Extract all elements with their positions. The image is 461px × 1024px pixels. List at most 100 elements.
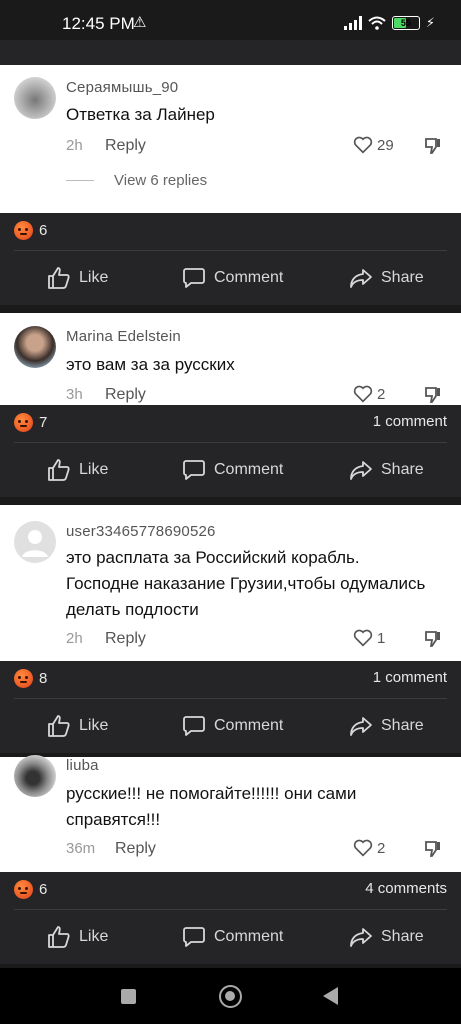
share-arrow-icon [350, 717, 372, 736]
comment-author[interactable]: Сераямышь_90 [66, 79, 178, 96]
comment-text: это вам за за русских [66, 355, 235, 374]
angry-reaction-icon [14, 669, 33, 688]
comment-label: Comment [214, 461, 284, 478]
like-button[interactable]: 29 [353, 136, 394, 154]
like-count: 2 [377, 385, 386, 403]
thumbs-down-icon [425, 841, 440, 857]
reaction-count: 8 [39, 670, 48, 687]
comment-age: 2h [66, 630, 83, 647]
angry-reaction-icon [14, 413, 33, 432]
thumbs-down-icon [425, 387, 440, 403]
dislike-button[interactable] [423, 839, 443, 864]
like-count: 29 [377, 136, 394, 154]
reply-button[interactable]: Reply [105, 386, 146, 404]
like-label: Like [79, 928, 109, 945]
post-actions-panel: 7 1 comment Like Comment Share [0, 405, 461, 497]
comment-text: Ответка за Лайнер [66, 105, 215, 124]
reaction-summary[interactable]: 8 [14, 669, 47, 688]
thumbs-up-icon [48, 715, 70, 737]
back-button[interactable] [323, 987, 338, 1005]
comment-action-button[interactable]: Comment [182, 699, 283, 753]
wifi-icon [368, 16, 386, 30]
comment-author[interactable]: user33465778690526 [66, 523, 216, 540]
avatar[interactable] [14, 77, 56, 119]
like-button[interactable]: 2 [353, 385, 385, 403]
share-arrow-icon [350, 461, 372, 480]
home-button[interactable] [219, 985, 242, 1008]
recents-button[interactable] [121, 989, 136, 1004]
default-avatar-icon [22, 530, 48, 557]
like-button[interactable]: 1 [353, 629, 385, 647]
like-label: Like [79, 461, 109, 478]
share-arrow-icon [350, 269, 372, 288]
share-action-button[interactable]: Share [349, 910, 424, 964]
status-time: 12:45 PM [62, 14, 135, 33]
reply-button[interactable]: Reply [105, 630, 146, 648]
comment-text: это расплата за Российский корабль. Госп… [66, 548, 426, 619]
reply-button[interactable]: Reply [115, 840, 156, 858]
like-count: 1 [377, 629, 386, 647]
reaction-count: 6 [39, 881, 48, 898]
comment-author[interactable]: Marina Edelstein [66, 328, 181, 345]
dislike-button[interactable] [423, 629, 443, 654]
avatar[interactable] [14, 521, 56, 563]
action-bar: Like Comment Share [0, 910, 461, 964]
view-replies-button[interactable]: View 6 replies [66, 172, 207, 189]
comment-action-button[interactable]: Comment [182, 251, 283, 305]
comment-author[interactable]: liuba [66, 757, 99, 774]
thumbs-down-icon [425, 138, 440, 154]
like-action-button[interactable]: Like [47, 251, 108, 305]
like-action-button[interactable]: Like [47, 699, 108, 753]
comment-label: Comment [214, 928, 284, 945]
like-label: Like [79, 717, 109, 734]
speech-bubble-icon [183, 460, 205, 480]
thumbs-down-icon [425, 631, 440, 647]
share-action-button[interactable]: Share [349, 699, 424, 753]
post-actions-panel: 8 1 comment Like Comment Share [0, 661, 461, 753]
like-count: 2 [377, 839, 386, 857]
heart-icon [353, 629, 373, 647]
comment-text: русские!!! не помогайте!!!!!! они сами с… [66, 784, 357, 829]
like-action-button[interactable]: Like [47, 910, 108, 964]
speech-bubble-icon [183, 927, 205, 947]
comment-card: user33465778690526 это расплата за Росси… [0, 505, 461, 661]
system-nav-bar [0, 968, 461, 1024]
dislike-button[interactable] [423, 136, 443, 161]
comments-count[interactable]: 1 comment [373, 669, 447, 686]
reaction-summary[interactable]: 6 [14, 880, 47, 899]
like-button[interactable]: 2 [353, 839, 385, 857]
angry-reaction-icon [14, 221, 33, 240]
view-replies-label: View 6 replies [114, 172, 208, 189]
heart-icon [353, 136, 373, 154]
reaction-summary[interactable]: 7 [14, 413, 47, 432]
share-label: Share [381, 928, 424, 945]
share-label: Share [381, 461, 424, 478]
comment-age: 36m [66, 840, 96, 857]
comment-card: liuba русские!!! не помогайте!!!!!! они … [0, 755, 461, 872]
comment-label: Comment [214, 269, 284, 286]
action-bar: Like Comment Share [0, 443, 461, 497]
post-actions-panel: 6 4 comments Like Comment Share [0, 872, 461, 964]
comment-card: Marina Edelstein это вам за за русских 3… [0, 313, 461, 405]
speech-bubble-icon [183, 268, 205, 288]
share-label: Share [381, 717, 424, 734]
share-action-button[interactable]: Share [349, 443, 424, 497]
avatar[interactable] [14, 326, 56, 368]
like-action-button[interactable]: Like [47, 443, 108, 497]
comment-action-button[interactable]: Comment [182, 443, 283, 497]
reaction-count: 6 [39, 222, 48, 239]
comment-action-button[interactable]: Comment [182, 910, 283, 964]
angry-reaction-icon [14, 880, 33, 899]
thumbs-up-icon [48, 459, 70, 481]
share-action-button[interactable]: Share [349, 251, 424, 305]
comments-count[interactable]: 4 comments [365, 880, 447, 897]
share-arrow-icon [350, 928, 372, 947]
action-bar: Like Comment Share [0, 251, 461, 305]
comments-count[interactable]: 1 comment [373, 413, 447, 430]
action-bar: Like Comment Share [0, 699, 461, 753]
reaction-summary[interactable]: 6 [14, 221, 47, 240]
battery-icon: 55 [391, 16, 420, 30]
avatar[interactable] [14, 755, 56, 797]
reply-button[interactable]: Reply [105, 137, 146, 155]
heart-icon [353, 385, 373, 403]
